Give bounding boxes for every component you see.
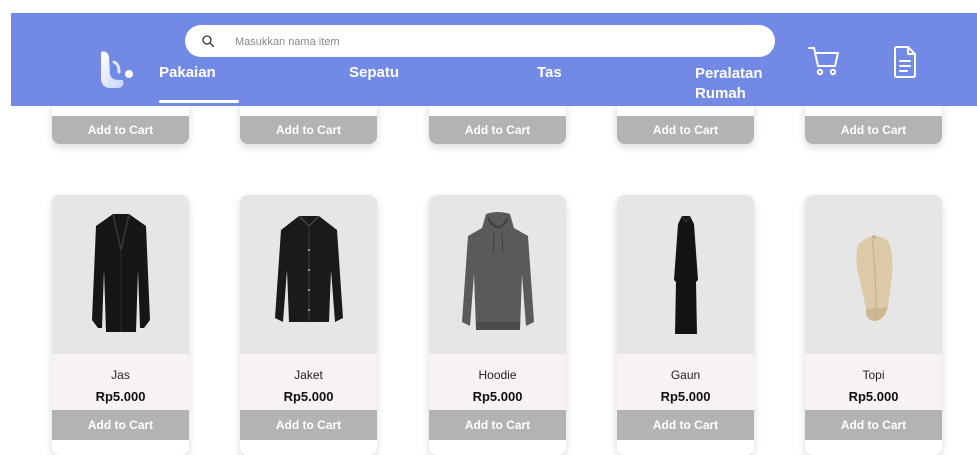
product-info: Jas Rp5.000 (52, 354, 189, 410)
product-image[interactable] (429, 195, 566, 354)
nav-item-sepatu[interactable]: Sepatu (349, 63, 399, 83)
add-to-cart-button[interactable]: Add to Cart (52, 410, 189, 440)
product-price: Rp5.000 (848, 389, 899, 404)
blazer-icon (91, 213, 150, 332)
product-image[interactable] (52, 195, 189, 354)
product-price: Rp5.000 (283, 389, 334, 404)
product-card-partial: Add to Cart (52, 100, 189, 144)
product-info: Hoodie Rp5.000 (429, 354, 566, 410)
add-to-cart-button[interactable]: Add to Cart (429, 410, 566, 440)
product-info: Jaket Rp5.000 (240, 354, 377, 410)
product-card-partial: Add to Cart (805, 100, 942, 144)
add-to-cart-button[interactable]: Add to Cart (240, 116, 377, 144)
product-card-partial: Add to Cart (617, 100, 754, 144)
product-name: Jaket (294, 368, 323, 382)
cap-icon (855, 234, 892, 321)
add-to-cart-button[interactable]: Add to Cart (617, 116, 754, 144)
product-card-partial: Add to Cart (429, 100, 566, 144)
document-icon[interactable] (892, 46, 918, 78)
dress-icon (673, 215, 698, 334)
product-name: Jas (111, 368, 130, 382)
add-to-cart-button[interactable]: Add to Cart (52, 116, 189, 144)
search-input[interactable] (233, 31, 757, 53)
product-image[interactable] (805, 195, 942, 354)
header-bar: Pakaian Sepatu Tas Peralatan Rumah (11, 13, 977, 106)
search-icon (202, 35, 215, 48)
product-card-hoodie[interactable]: Hoodie Rp5.000 Add to Cart (429, 195, 566, 455)
add-to-cart-button[interactable]: Add to Cart (805, 410, 942, 440)
cart-icon[interactable] (807, 45, 841, 77)
nav-item-peralatan-rumah[interactable]: Peralatan Rumah (695, 64, 785, 104)
hoodie-icon (461, 211, 534, 330)
add-to-cart-button[interactable]: Add to Cart (429, 116, 566, 144)
nav-item-pakaian[interactable]: Pakaian (159, 63, 216, 83)
product-price: Rp5.000 (660, 389, 711, 404)
active-nav-indicator (159, 100, 239, 103)
jacket-icon (274, 214, 343, 322)
add-to-cart-button[interactable]: Add to Cart (617, 410, 754, 440)
logo-icon[interactable] (97, 50, 135, 90)
product-name: Topi (862, 368, 885, 382)
product-card-gaun[interactable]: Gaun Rp5.000 Add to Cart (617, 195, 754, 455)
add-to-cart-button[interactable]: Add to Cart (805, 116, 942, 144)
nav-item-tas[interactable]: Tas (537, 63, 562, 83)
product-price: Rp5.000 (472, 389, 523, 404)
product-image[interactable] (617, 195, 754, 354)
product-info: Topi Rp5.000 (805, 354, 942, 410)
search-bar[interactable] (185, 25, 775, 57)
product-card-jas[interactable]: Jas Rp5.000 Add to Cart (52, 195, 189, 455)
product-info: Gaun Rp5.000 (617, 354, 754, 410)
product-name: Gaun (670, 368, 701, 382)
product-card-topi[interactable]: Topi Rp5.000 Add to Cart (805, 195, 942, 455)
product-card-partial: Add to Cart (240, 100, 377, 144)
add-to-cart-button[interactable]: Add to Cart (240, 410, 377, 440)
product-name: Hoodie (478, 368, 517, 382)
product-card-jaket[interactable]: Jaket Rp5.000 Add to Cart (240, 195, 377, 455)
product-price: Rp5.000 (95, 389, 146, 404)
product-image[interactable] (240, 195, 377, 354)
